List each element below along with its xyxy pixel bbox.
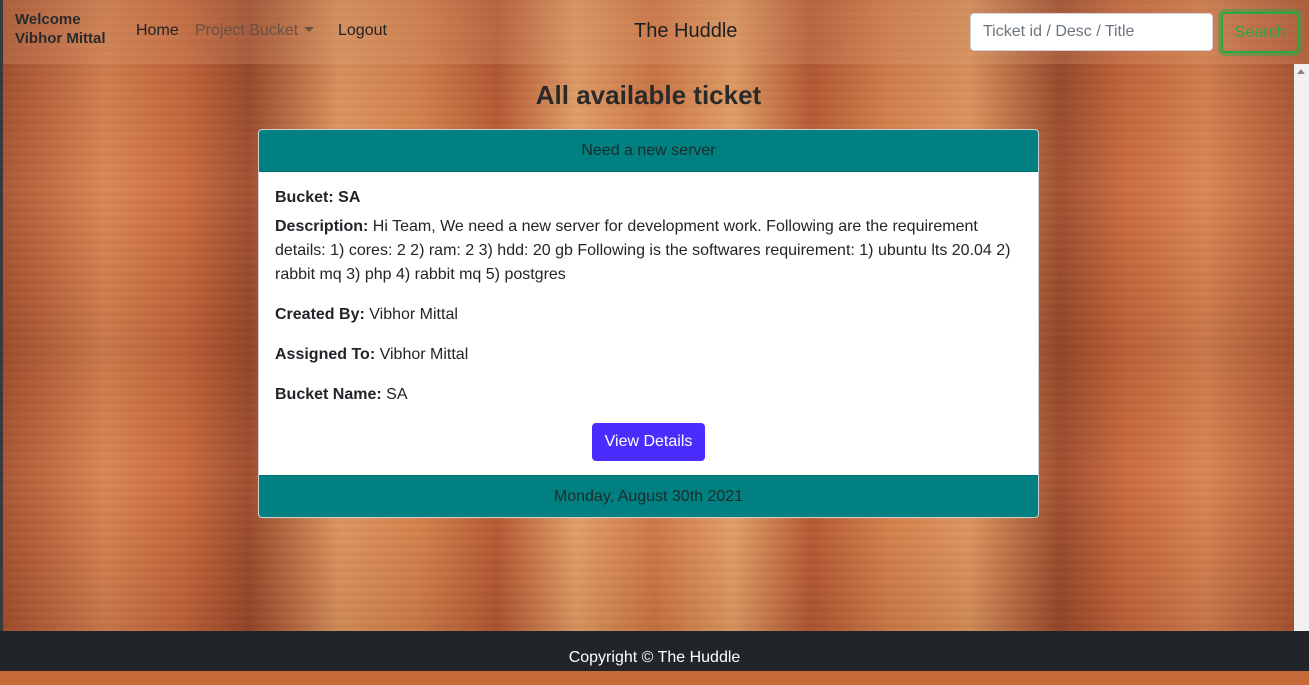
description-label: Description: bbox=[275, 218, 369, 235]
bucket-name-label: Bucket Name: bbox=[275, 386, 382, 403]
page-footer: Copyright © The Huddle bbox=[0, 631, 1309, 671]
assigned-to-value: Vibhor Mittal bbox=[379, 346, 469, 363]
created-by-value: Vibhor Mittal bbox=[369, 306, 458, 323]
caret-down-icon bbox=[304, 27, 315, 32]
description-value: Hi Team, We need a new server for develo… bbox=[275, 218, 1011, 283]
ticket-title: Need a new server bbox=[259, 130, 1038, 172]
scroll-up-arrow-icon[interactable] bbox=[1297, 69, 1305, 74]
assigned-to-label: Assigned To: bbox=[275, 346, 376, 363]
bucket-label: Bucket: bbox=[275, 189, 334, 206]
ticket-card: Need a new server Bucket: SA Description… bbox=[258, 129, 1039, 518]
view-details-button[interactable]: View Details bbox=[592, 423, 705, 461]
welcome-text: Welcome bbox=[15, 11, 81, 28]
ticket-date: Monday, August 30th 2021 bbox=[259, 475, 1038, 517]
nav-home-link[interactable]: Home bbox=[136, 22, 179, 40]
bucket-name-value: SA bbox=[386, 386, 408, 403]
created-by-label: Created By: bbox=[275, 306, 365, 323]
search-button[interactable]: Search bbox=[1221, 12, 1299, 53]
page-scrollbar[interactable] bbox=[1294, 64, 1309, 631]
search-input[interactable] bbox=[970, 13, 1213, 51]
ticket-bucket: Bucket: SA bbox=[275, 186, 1022, 210]
nav-logout-link[interactable]: Logout bbox=[338, 22, 387, 40]
site-title: The Huddle bbox=[634, 20, 738, 42]
ticket-body: Bucket: SA Description: Hi Team, We need… bbox=[259, 172, 1038, 477]
copyright-text: Copyright © The Huddle bbox=[568, 649, 741, 666]
user-name: Vibhor Mittal bbox=[15, 30, 106, 47]
page-title: All available ticket bbox=[535, 80, 762, 110]
ticket-assigned-to: Assigned To: Vibhor Mittal bbox=[275, 343, 1022, 367]
nav-project-bucket-dropdown[interactable]: Project Bucket bbox=[195, 22, 315, 40]
nav-project-bucket-label: Project Bucket bbox=[195, 22, 299, 39]
ticket-bucket-name: Bucket Name: SA bbox=[275, 383, 1022, 407]
ticket-description: Description: Hi Team, We need a new serv… bbox=[275, 215, 1022, 287]
bucket-value: SA bbox=[338, 189, 361, 206]
navbar: Welcome Vibhor Mittal Home Project Bucke… bbox=[3, 0, 1309, 64]
welcome-brand[interactable]: Welcome Vibhor Mittal bbox=[15, 10, 125, 48]
ticket-created-by: Created By: Vibhor Mittal bbox=[275, 303, 1022, 327]
